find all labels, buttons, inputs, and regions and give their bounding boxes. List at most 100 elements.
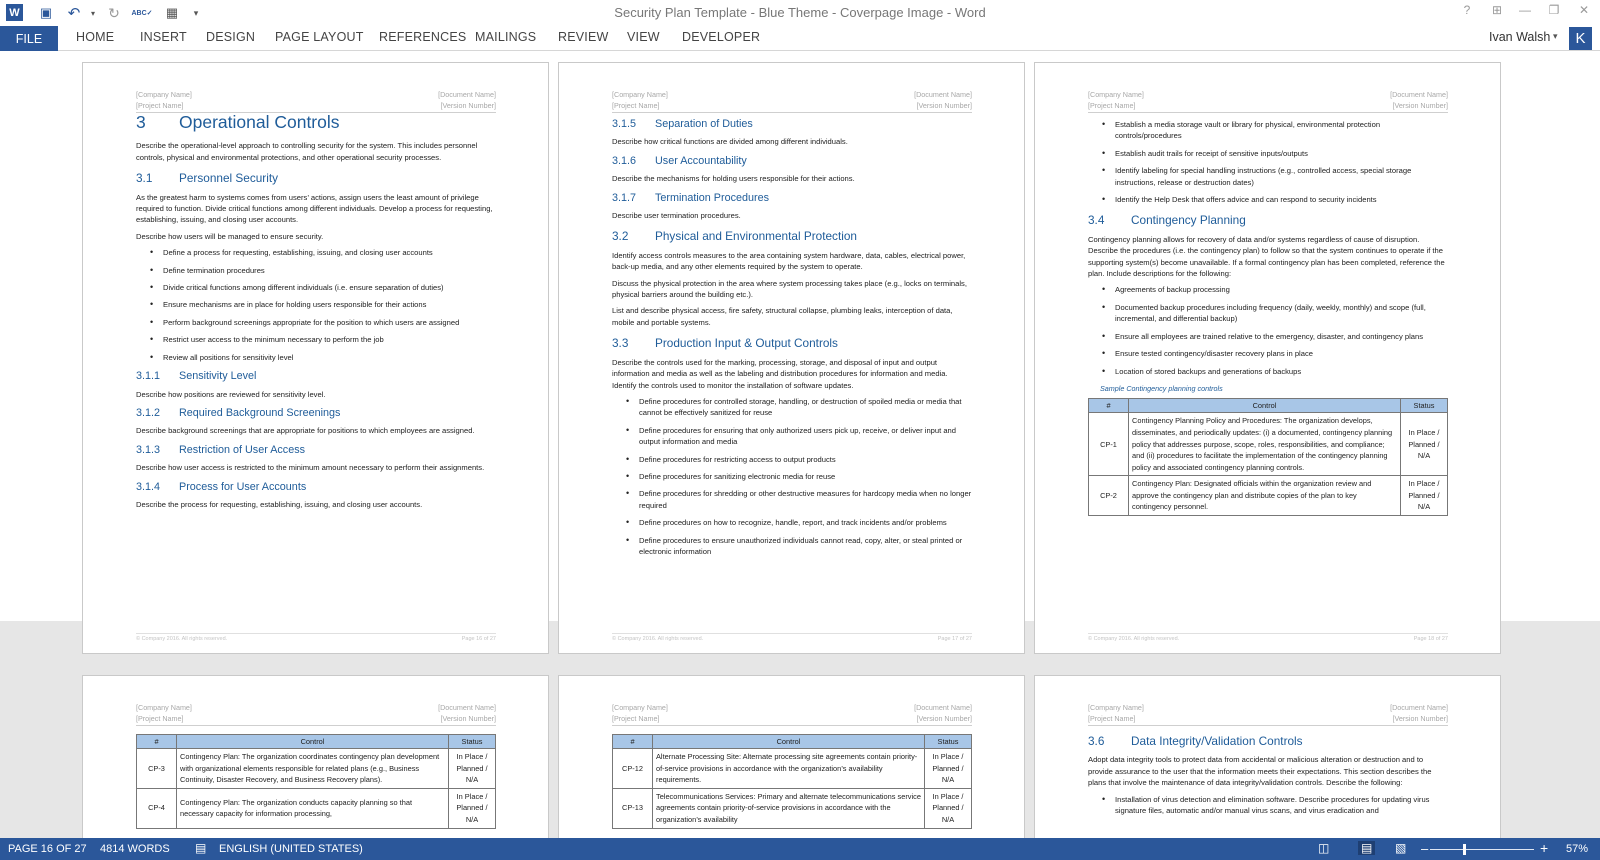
status-bar: PAGE 16 OF 27 4814 WORDS ▤ ENGLISH (UNIT… — [0, 838, 1600, 860]
title-bar: W ▣ ↶ ▾ ↻ ABC✓ ▦ ▾ Security Plan Templat… — [0, 0, 1600, 26]
page-19[interactable]: [Company Name] [Project Name] [Document N… — [82, 675, 549, 838]
heading-3: 3.1.2 Required Background Screenings — [136, 406, 341, 419]
page-21[interactable]: [Company Name] [Project Name] [Document N… — [1034, 675, 1501, 838]
heading-2: 3.1 Personnel Security — [136, 171, 279, 186]
page-header: [Company Name] [Project Name] [Document N… — [136, 702, 496, 726]
page-indicator[interactable]: PAGE 16 OF 27 — [8, 843, 87, 855]
heading-3: 3.1.4 Process for User Accounts — [136, 480, 307, 493]
table-header-row: # Control Status — [612, 734, 972, 749]
list-item: Define procedures for sanitizing electro… — [626, 471, 972, 483]
table-row: CP-13 Telecommunications Services: Primar… — [612, 787, 972, 829]
page-17[interactable]: [Company Name] [Project Name] [Document N… — [558, 62, 1025, 654]
zoom-level[interactable]: 57% — [1566, 843, 1588, 855]
ribbon-display-options-icon[interactable]: ⊞ — [1484, 3, 1510, 21]
list-item: Restrict user access to the minimum nece… — [150, 334, 496, 346]
paragraph: Contingency planning allows for recovery… — [1088, 234, 1445, 279]
zoom-in-button[interactable]: + — [1540, 840, 1548, 856]
header-project: [Project Name] — [136, 101, 184, 110]
paragraph: As the greatest harm to systems comes fr… — [136, 192, 493, 225]
list-item: Documented backup procedures including f… — [1102, 302, 1448, 325]
heading-3: 3.1.1 Sensitivity Level — [136, 370, 257, 383]
tab-design[interactable]: DESIGN — [206, 30, 255, 44]
tab-mailings[interactable]: MAILINGS — [475, 30, 536, 44]
web-layout-icon[interactable]: ▧ — [1395, 841, 1406, 855]
list-item: Divide critical functions among differen… — [150, 282, 496, 294]
tab-insert[interactable]: INSERT — [140, 30, 187, 44]
heading-2: 3.3 Production Input & Output Controls — [612, 336, 838, 351]
list-item: Review all positions for sensitivity lev… — [150, 352, 496, 364]
tab-review[interactable]: REVIEW — [558, 30, 609, 44]
bullet-list: Define a process for requesting, establi… — [150, 247, 496, 363]
page-18[interactable]: [Company Name] [Project Name] [Document N… — [1034, 62, 1501, 654]
controls-table: # Control Status CP-3 Contingency Plan: The… — [136, 734, 496, 829]
list-item: Ensure tested contingency/disaster recov… — [1102, 348, 1448, 360]
controls-table: # Control Status CP-12 Alternate Processing… — [612, 734, 972, 829]
zoom-slider-thumb[interactable] — [1463, 844, 1466, 855]
restore-icon[interactable]: ❐ — [1541, 3, 1567, 21]
paragraph: Describe the mechanisms for holding user… — [612, 174, 855, 184]
list-item: Installation of virus detection and elim… — [1102, 794, 1448, 817]
heading-1: 3 Operational Controls — [136, 112, 340, 132]
heading-3: 3.1.6 User Accountability — [612, 154, 747, 167]
table-header-row: # Control Status — [136, 734, 496, 749]
minimize-icon[interactable]: — — [1512, 3, 1538, 21]
paragraph: Describe how positions are reviewed for … — [136, 389, 326, 399]
paragraph: Describe the operational-level approach … — [136, 141, 478, 162]
list-item: Define procedures for controlled storage… — [626, 396, 972, 419]
tab-file[interactable]: FILE — [0, 26, 58, 51]
zoom-out-button[interactable]: – — [1421, 841, 1428, 856]
avatar[interactable]: K — [1569, 27, 1592, 50]
table-row: CP-1 Contingency Planning Policy and Proc… — [1088, 412, 1448, 477]
page-footer: © Company 2016. All rights reserved. Page… — [612, 633, 972, 642]
heading-3: 3.1.5 Separation of Duties — [612, 118, 753, 130]
print-layout-icon[interactable]: ▤ — [1358, 841, 1376, 855]
heading-2: 3.2 Physical and Environmental Protection — [612, 229, 857, 244]
paragraph: Describe how user access is restricted t… — [136, 463, 485, 473]
zoom-slider[interactable] — [1430, 849, 1534, 850]
list-item: Identify labeling for special handling i… — [1102, 165, 1448, 188]
user-name[interactable]: Ivan Walsh — [1489, 30, 1550, 44]
window-title: Security Plan Template - Blue Theme - Co… — [614, 5, 986, 20]
list-item: Ensure all employees are trained relativ… — [1102, 331, 1448, 343]
tab-developer[interactable]: DEVELOPER — [682, 30, 760, 44]
bullet-list: Establish a media storage vault or libra… — [1102, 119, 1448, 206]
page-header: [Company Name] [Project Name] [Document N… — [1088, 89, 1448, 113]
read-mode-icon[interactable]: ◫ — [1318, 841, 1329, 855]
word-count[interactable]: 4814 WORDS — [100, 843, 170, 855]
language-indicator[interactable]: ENGLISH (UNITED STATES) — [219, 843, 363, 855]
page-20[interactable]: [Company Name] [Project Name] [Document N… — [558, 675, 1025, 838]
proofing-icon[interactable]: ▤ — [195, 841, 206, 855]
controls-table: # Control Status CP-1 Contingency Planning … — [1088, 398, 1448, 517]
paragraph: Discuss the physical protection in the a… — [612, 278, 967, 300]
tab-home[interactable]: HOME — [76, 30, 114, 44]
tab-view[interactable]: VIEW — [627, 30, 660, 44]
document-area[interactable]: [Company Name] [Project Name] [Document N… — [0, 51, 1600, 838]
paragraph: Describe user termination procedures. — [612, 211, 741, 221]
page-header: [Company Name] [Project Name] [Document N… — [612, 702, 972, 726]
table-caption: Sample Contingency planning controls — [1100, 383, 1223, 393]
help-icon[interactable]: ? — [1454, 3, 1480, 21]
page-header: [Company Name] [Project Name] [Document N… — [136, 89, 496, 113]
list-item: Define termination procedures — [150, 265, 496, 277]
close-icon[interactable]: ✕ — [1571, 3, 1597, 21]
heading-3: 3.1.7 Termination Procedures — [612, 191, 770, 204]
tab-page-layout[interactable]: PAGE LAYOUT — [275, 30, 364, 44]
bullet-list: Define procedures for controlled storage… — [626, 396, 972, 557]
user-dropdown-icon[interactable]: ▾ — [1553, 31, 1558, 42]
header-company: [Company Name] — [136, 90, 192, 99]
paragraph: Describe how critical functions are divi… — [612, 137, 848, 147]
bullet-list: Installation of virus detection and elim… — [1102, 794, 1448, 817]
list-item: Location of stored backups and generatio… — [1102, 366, 1448, 378]
list-item: Define procedures on how to recognize, h… — [626, 517, 972, 529]
page-16[interactable]: [Company Name] [Project Name] [Document N… — [82, 62, 549, 654]
paragraph: List and describe physical access, fire … — [612, 306, 953, 327]
tab-references[interactable]: REFERENCES — [379, 30, 466, 44]
page-footer: © Company 2016. All rights reserved. Page… — [136, 633, 496, 642]
paragraph: Adopt data integrity tools to protect da… — [1088, 755, 1432, 788]
list-item: Define procedures for shredding or other… — [626, 488, 972, 511]
page-header: [Company Name] [Project Name] [Document N… — [612, 89, 972, 113]
table-header-row: # Control Status — [1088, 398, 1448, 414]
paragraph: Describe how users will be managed to en… — [136, 231, 324, 241]
table-row: CP-4 Contingency Plan: The organization c… — [136, 787, 496, 829]
list-item: Define a process for requesting, establi… — [150, 247, 496, 259]
